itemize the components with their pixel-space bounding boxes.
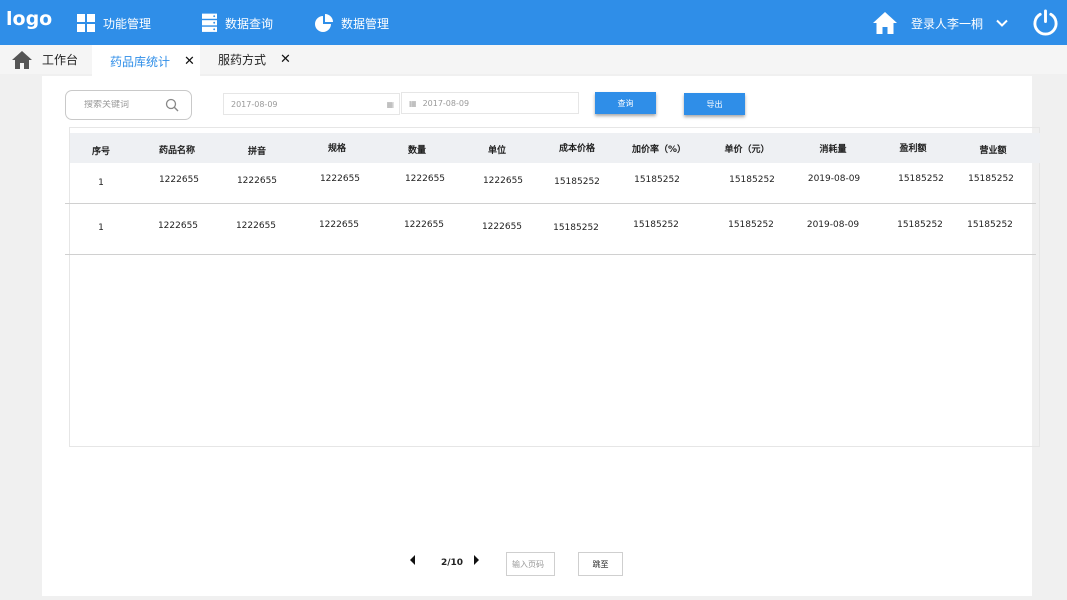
table-cell: 1222655 [404,174,446,184]
table-cell: 2019-08-09 [807,174,861,184]
column-header[interactable]: 加价率（%） [632,142,686,155]
data-table: 序号 药品名称 拼音 规格 数量 单位 成本价格 加价率（%） 单价（元） 消耗… [65,127,1040,447]
table-cell: 1222655 [235,221,277,231]
tab-bar: 工作台 药品库统计 ✕ 服药方式 ✕ [0,45,1067,78]
server-icon [202,13,217,32]
column-header[interactable]: 消耗量 [819,142,846,155]
table-cell: 1222655 [403,220,445,230]
table-cell: 15185252 [968,174,1014,184]
date-to-value: 2017-08-09 [422,98,470,108]
row-divider [65,203,1036,204]
pie-chart-icon [315,14,333,32]
date-to-field[interactable]: ▦ 2017-08-09 [401,92,579,114]
prev-page-icon[interactable] [408,554,418,566]
nav-label: 数据管理 [341,16,390,31]
table-cell: 15185252 [729,175,775,185]
table-cell: 1222655 [482,176,524,186]
power-icon[interactable] [1032,9,1059,36]
calendar-icon[interactable]: ▦ [386,100,394,109]
tab-workbench[interactable]: 工作台 [12,45,78,74]
nav-function-management[interactable]: 功能管理 [77,12,151,34]
user-name: 登录人李一桐 [910,16,983,31]
table-cell: 1222655 [158,175,200,185]
table-cell: 15185252 [553,223,599,233]
tab-dosage-method[interactable]: 服药方式 ✕ [218,45,291,74]
calendar-icon[interactable]: ▦ [409,99,417,108]
nav-data-management[interactable]: 数据管理 [315,12,389,34]
date-from-field[interactable]: 2017-08-09 ▦ [223,93,400,115]
column-header[interactable]: 成本价格 [559,141,595,154]
table-cell: 15185252 [634,175,680,185]
column-header[interactable]: 拼音 [248,144,266,157]
column-header[interactable]: 数量 [408,143,426,156]
close-icon[interactable]: ✕ [280,52,291,67]
page-number-input[interactable] [506,552,555,576]
column-header[interactable]: 药品名称 [159,143,195,156]
table-cell: 1222655 [481,222,523,232]
tab-drug-stats[interactable]: 药品库统计 ✕ [92,45,200,78]
nav-label: 数据查询 [225,16,274,31]
column-header[interactable]: 单价（元） [724,142,769,155]
tab-label: 服药方式 [218,53,267,67]
table-cell: 15185252 [897,220,943,230]
date-from-value: 2017-08-09 [231,99,278,109]
chevron-down-icon [996,19,1008,27]
nav-data-query[interactable]: 数据查询 [202,12,273,34]
search-box[interactable] [65,90,192,120]
table-cell: 1 [98,223,104,233]
export-button[interactable]: 导出 [684,93,745,115]
column-header[interactable]: 单位 [488,143,506,156]
column-header[interactable]: 规格 [328,141,346,154]
column-header[interactable]: 盈利额 [899,141,926,154]
table-cell: 1222655 [157,221,199,231]
main-panel: 2017-08-09 ▦ ▦ 2017-08-09 查询 导出 序号 药品名称 … [42,76,1040,596]
table-cell: 15185252 [967,220,1013,230]
search-input[interactable] [84,100,164,110]
home-icon [872,12,897,34]
table-cell: 1222655 [318,220,360,230]
logo[interactable]: logo [6,8,52,30]
tab-label: 工作台 [42,53,79,67]
close-icon[interactable]: ✕ [184,54,195,69]
next-page-icon[interactable] [471,554,481,566]
go-to-page-button[interactable]: 跳至 [578,552,623,576]
search-icon[interactable] [165,98,179,112]
top-bar: logo 功能管理 数据查询 数据管理 登录人李一桐 [0,0,1067,45]
table-cell: 1222655 [236,176,278,186]
table-header: 序号 药品名称 拼音 规格 数量 单位 成本价格 加价率（%） 单价（元） 消耗… [70,133,1040,163]
table-cell: 15185252 [554,177,600,187]
tab-label: 药品库统计 [110,55,171,69]
grid-icon [77,14,95,32]
row-divider [65,254,1036,255]
page-indicator: 2/10 [441,558,464,568]
table-cell: 15185252 [728,220,774,230]
column-header[interactable]: 营业额 [979,143,1006,156]
nav-label: 功能管理 [103,16,152,31]
user-menu[interactable]: 登录人李一桐 [872,12,1009,34]
table-cell: 2019-08-09 [806,220,860,230]
table-cell: 15185252 [633,220,679,230]
home-icon [12,50,32,69]
table-cell: 1222655 [319,174,361,184]
table-cell: 1 [98,178,104,188]
table-cell: 15185252 [898,174,944,184]
query-button[interactable]: 查询 [595,92,656,114]
column-header[interactable]: 序号 [92,144,110,157]
